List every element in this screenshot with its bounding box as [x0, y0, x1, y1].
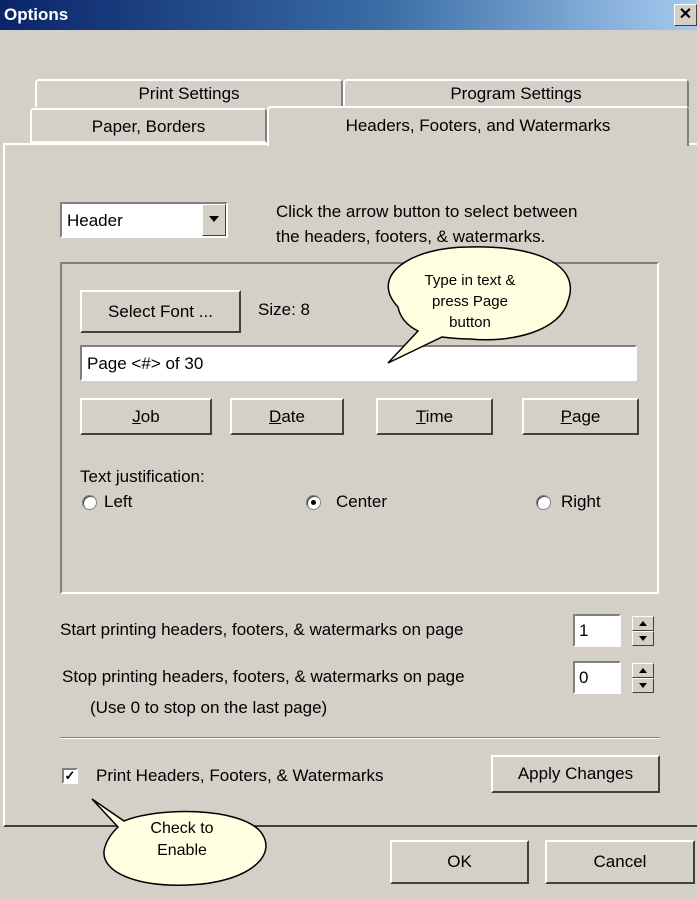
- separator: [60, 737, 660, 739]
- print-headers-checkbox[interactable]: ✓: [62, 768, 78, 784]
- select-font-button[interactable]: Select Font ...: [80, 290, 241, 333]
- callout-bottom-text: Check to Enable: [112, 818, 252, 862]
- cancel-button[interactable]: Cancel: [545, 840, 695, 884]
- tab-paper-borders-label: Paper, Borders: [91, 117, 206, 136]
- stop-page-up[interactable]: [632, 663, 654, 678]
- radio-left-circle[interactable]: [82, 495, 97, 510]
- tab-print-settings[interactable]: Print Settings: [35, 79, 343, 107]
- tab-paper-borders[interactable]: Paper, Borders: [30, 108, 267, 143]
- callout-top-text: Type in text & press Page button: [400, 270, 540, 333]
- time-mnemonic: T: [415, 407, 426, 426]
- page-button[interactable]: Page: [522, 398, 639, 435]
- dropdown-button[interactable]: [202, 204, 226, 236]
- close-button[interactable]: ✕: [674, 4, 697, 26]
- arrow-up-icon: [639, 668, 647, 673]
- justification-label: Text justification:: [80, 467, 205, 486]
- job-label: ob: [140, 407, 160, 426]
- tab-program-settings-label: Program Settings: [450, 84, 582, 103]
- font-size-label: Size: 8: [258, 300, 310, 319]
- radio-right-circle[interactable]: [536, 495, 551, 510]
- print-headers-label: Print Headers, Footers, & Watermarks: [96, 766, 384, 785]
- start-page-value: 1: [579, 621, 589, 640]
- job-mnemonic: J: [132, 407, 141, 426]
- apply-changes-button[interactable]: Apply Changes: [491, 755, 660, 793]
- tab-print-settings-label: Print Settings: [138, 84, 240, 103]
- tab-headers-footers[interactable]: Headers, Footers, and Watermarks: [267, 106, 689, 146]
- window-title: Options: [4, 5, 69, 24]
- callout-top-line1: Type in text &: [424, 272, 516, 289]
- start-page-input[interactable]: 1: [573, 614, 621, 647]
- tab-program-settings[interactable]: Program Settings: [343, 79, 689, 107]
- cancel-label: Cancel: [593, 852, 647, 871]
- ok-button[interactable]: OK: [390, 840, 529, 884]
- radio-selected-dot: [311, 500, 316, 505]
- stop-page-down[interactable]: [632, 678, 654, 693]
- chevron-down-icon: [209, 216, 219, 222]
- stop-page-spinner[interactable]: [632, 663, 654, 693]
- start-page-spinner[interactable]: [632, 616, 654, 646]
- radio-right-label: Right: [561, 492, 601, 511]
- ok-label: OK: [447, 852, 472, 871]
- date-mnemonic: D: [269, 407, 282, 426]
- arrow-down-icon: [639, 636, 647, 641]
- stop-page-input[interactable]: 0: [573, 661, 621, 694]
- page-label: age: [571, 407, 601, 426]
- checkmark-icon: ✓: [64, 768, 76, 783]
- job-button[interactable]: Job: [80, 398, 212, 435]
- callout-top-line2: press Page: [432, 293, 508, 310]
- callout-bottom-line1: Check to: [150, 820, 214, 837]
- arrow-up-icon: [639, 621, 647, 626]
- section-select[interactable]: Header: [60, 202, 228, 238]
- stop-page-note: (Use 0 to stop on the last page): [90, 698, 328, 717]
- radio-center-circle[interactable]: [306, 495, 321, 510]
- time-label: ime: [425, 407, 454, 426]
- callout-bottom-line2: Enable: [157, 842, 207, 859]
- start-page-up[interactable]: [632, 616, 654, 631]
- start-page-down[interactable]: [632, 631, 654, 646]
- page-mnemonic: P: [560, 407, 572, 426]
- radio-left-label: Left: [104, 492, 133, 511]
- date-button[interactable]: Date: [230, 398, 344, 435]
- apply-changes-label: Apply Changes: [517, 764, 634, 783]
- arrow-down-icon: [639, 683, 647, 688]
- select-hint-line1: Click the arrow button to select between: [276, 202, 578, 221]
- stop-page-label: Stop printing headers, footers, & waterm…: [62, 667, 465, 686]
- section-select-value: Header: [67, 211, 123, 230]
- time-button[interactable]: Time: [376, 398, 493, 435]
- date-label: ate: [281, 407, 305, 426]
- tab-headers-footers-label: Headers, Footers, and Watermarks: [345, 116, 611, 135]
- header-text-value: Page <#> of 30: [87, 354, 204, 373]
- select-font-label: Select Font ...: [108, 302, 213, 321]
- callout-top-line3: button: [449, 314, 491, 331]
- radio-center-label: Center: [336, 492, 388, 511]
- title-bar[interactable]: [0, 0, 697, 30]
- stop-page-value: 0: [579, 668, 589, 687]
- start-page-label: Start printing headers, footers, & water…: [60, 620, 464, 639]
- close-icon: ✕: [678, 6, 693, 23]
